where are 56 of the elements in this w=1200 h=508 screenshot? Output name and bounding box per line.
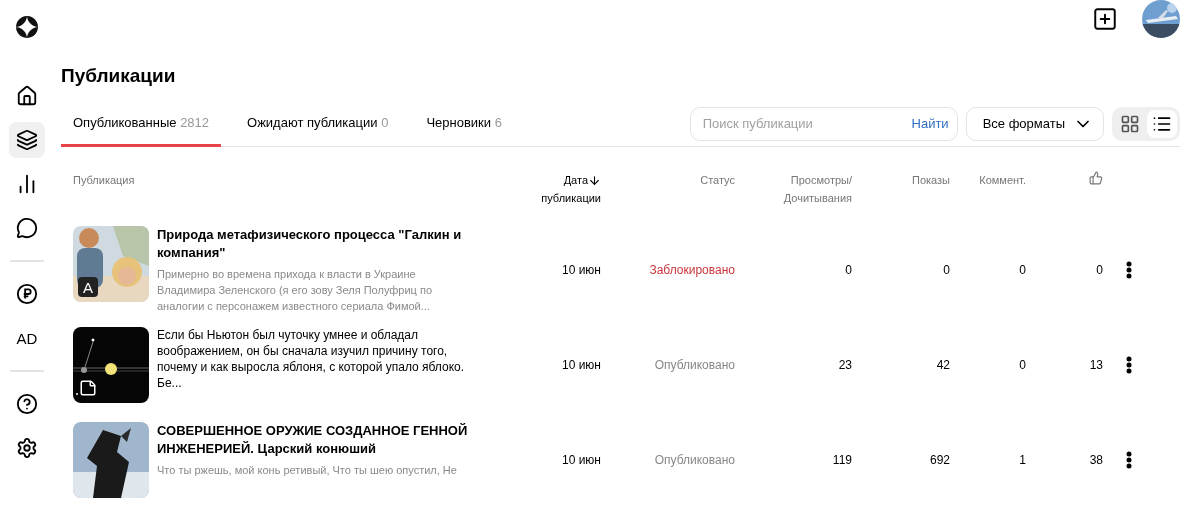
column-header: Дочитывания	[783, 191, 852, 206]
publication-title[interactable]: Природа метафизического процесса "Галкин и компания"	[157, 226, 475, 263]
ruble-icon	[16, 283, 38, 305]
column-header[interactable]: Дата	[563, 171, 601, 189]
more-icon	[1126, 356, 1132, 375]
tab[interactable]: Опубликованные 2812	[61, 101, 222, 147]
publication-title[interactable]: Если бы Ньютон был чуточку умнее и обладал воображением, он бы сначала изучил причину того, почему и как выросла яблоня, с которой упало яблоко. Бе...	[157, 327, 475, 392]
column-header: Публикация	[73, 173, 135, 188]
status-text: Опубликовано	[653, 453, 735, 468]
date-text: 10 июн	[561, 453, 601, 468]
ad-menu-item[interactable]: AD	[9, 320, 45, 356]
format-select[interactable]: Все форматы	[965, 106, 1104, 141]
shows-count: 692	[928, 453, 950, 468]
comments-count: 1	[1018, 453, 1026, 468]
views-count: 23	[837, 358, 852, 373]
home-icon	[16, 85, 38, 107]
format-badge: A	[78, 277, 98, 298]
comments-count: 0	[1018, 263, 1026, 278]
tab[interactable]: Ожидают публикации 0	[235, 101, 401, 147]
status-text: Опубликовано	[653, 358, 735, 373]
sidebar-item[interactable]	[9, 122, 45, 158]
settings-icon	[16, 437, 38, 459]
column-header: Просмотры/	[790, 173, 852, 188]
likes-count: 0	[1095, 263, 1103, 278]
layers-icon	[16, 129, 38, 151]
date-text: 10 июн	[561, 358, 601, 373]
likes-count: 38	[1088, 453, 1103, 468]
column-header: Коммент.	[979, 173, 1026, 188]
publication-title[interactable]: СОВЕРШЕННОЕ ОРУЖИЕ СОЗДАННОЕ ГЕННОЙ ИНЖЕНЕРИЕЙ. Царский конюший	[157, 422, 475, 459]
column-header: Показы	[911, 173, 950, 188]
more-icon	[1126, 451, 1132, 470]
publication-snippet: Примерно во времена прихода к власти в Украине Владимира Зеленского (я его зову Зеля Полуфриц по аналогии с персонажем известного сериала Фимой...	[157, 267, 434, 315]
logo-icon[interactable]	[16, 16, 38, 38]
help-icon	[16, 393, 38, 415]
more-icon	[1126, 261, 1132, 280]
publication-snippet: Что ты ржешь, мой конь ретивый, Что ты шею опустил, Не	[157, 463, 458, 479]
date-text: 10 июн	[561, 263, 601, 278]
note-icon	[79, 379, 97, 398]
find-button[interactable]: Найти	[911, 116, 949, 131]
add-icon[interactable]	[1092, 6, 1118, 32]
tab[interactable]: Черновики 6	[414, 101, 514, 147]
shows-count: 42	[935, 358, 950, 373]
list-view-button[interactable]	[1147, 109, 1177, 138]
column-header[interactable]: публикации	[541, 189, 601, 207]
shows-count: 0	[942, 263, 950, 278]
column-header: Статус	[700, 173, 735, 188]
likes-count: 13	[1088, 358, 1103, 373]
search-field[interactable]: Поиск публикации Найти	[689, 106, 958, 141]
status-text: Заблокировано	[648, 263, 735, 278]
views-count: 0	[844, 263, 852, 278]
chat-icon	[16, 217, 38, 239]
grid-icon	[1120, 113, 1140, 134]
comments-count: 0	[1018, 358, 1026, 373]
likes-header-icon	[1089, 171, 1103, 185]
views-count: 119	[831, 453, 852, 468]
page-title: Публикации	[61, 65, 177, 87]
